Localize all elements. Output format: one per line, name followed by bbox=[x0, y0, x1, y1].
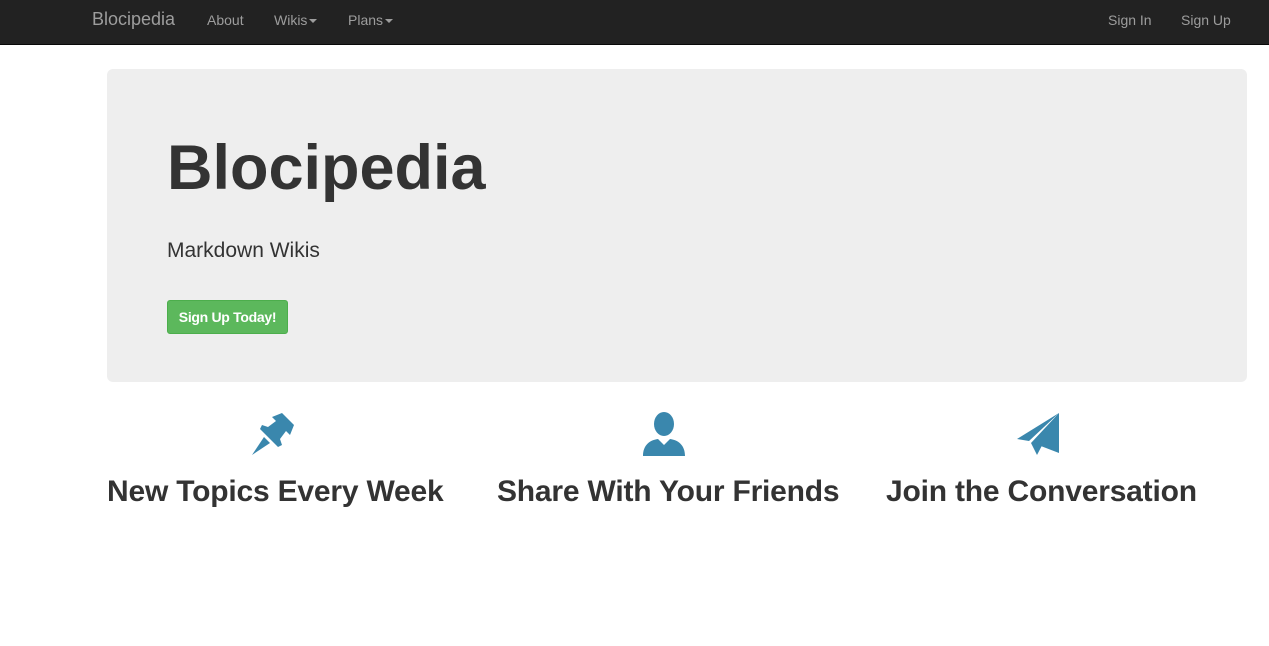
nav-plans-label: Plans bbox=[348, 12, 384, 28]
nav-wikis-dropdown[interactable]: Wikis bbox=[274, 12, 318, 28]
jumbotron: Blocipedia Markdown Wikis Sign Up Today! bbox=[107, 69, 1247, 382]
nav-about-link[interactable]: About bbox=[207, 12, 244, 28]
pushpin-icon bbox=[252, 413, 294, 455]
sign-up-link[interactable]: Sign Up bbox=[1181, 12, 1231, 28]
caret-down-icon bbox=[309, 19, 318, 24]
navbar: Blocipedia About Wikis Plans Sign In Sig… bbox=[0, 0, 1269, 45]
caret-down-icon bbox=[385, 19, 394, 24]
hero-title: Blocipedia bbox=[167, 133, 486, 203]
paper-plane-icon bbox=[1017, 413, 1059, 455]
nav-wikis-label: Wikis bbox=[274, 12, 308, 28]
user-icon bbox=[643, 412, 685, 456]
feature-share: Share With Your Friends bbox=[497, 410, 840, 509]
feature-heading: New Topics Every Week bbox=[107, 475, 444, 508]
feature-heading: Join the Conversation bbox=[886, 475, 1197, 508]
feature-conversation: Join the Conversation bbox=[886, 410, 1197, 509]
feature-new-topics: New Topics Every Week bbox=[107, 410, 444, 509]
brand-link[interactable]: Blocipedia bbox=[92, 9, 175, 30]
sign-up-today-button[interactable]: Sign Up Today! bbox=[167, 300, 288, 334]
nav-plans-dropdown[interactable]: Plans bbox=[348, 12, 394, 28]
sign-in-link[interactable]: Sign In bbox=[1108, 12, 1152, 28]
feature-heading: Share With Your Friends bbox=[497, 475, 840, 508]
hero-subtitle: Markdown Wikis bbox=[167, 239, 320, 262]
